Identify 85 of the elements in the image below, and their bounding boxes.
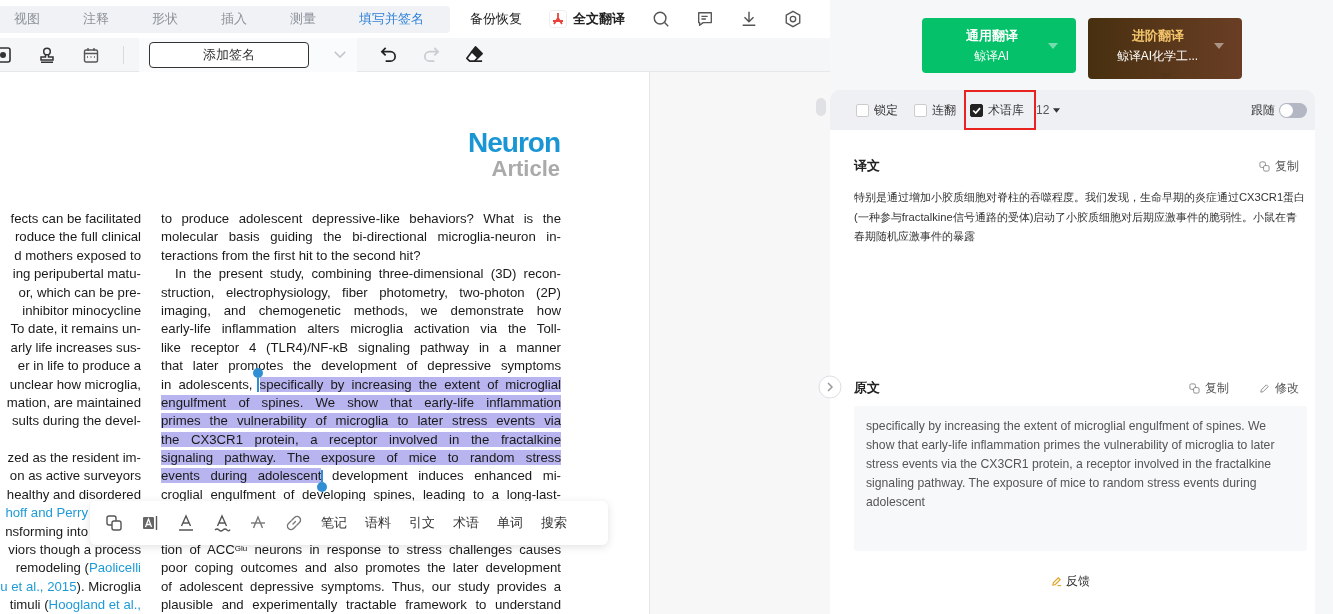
text-line: nsforming into [4, 522, 88, 541]
action-link[interactable]: 修改 [1259, 379, 1299, 397]
action-link[interactable]: 复制 [1259, 157, 1299, 175]
section-title: 原文 [854, 379, 880, 397]
text-line: in adolescents, specifically by increasing the extent of microglial [161, 375, 561, 394]
text-line: healthy and disordered [5, 485, 141, 504]
checkbox[interactable]: 锁定 [854, 90, 900, 130]
text-line: sults during the devel- [10, 412, 141, 431]
follow-label: 跟随 [1251, 101, 1275, 119]
popup-action[interactable]: 单词 [497, 514, 523, 532]
text-line: roduce the full clinical [13, 228, 141, 247]
stamp-icon[interactable] [39, 46, 55, 63]
caret-icon [1213, 42, 1224, 49]
text-line: zed as the resident im- [6, 449, 141, 468]
pencil-icon [1259, 382, 1270, 394]
text-line: or, which can be pre- [17, 283, 141, 302]
link-icon[interactable] [285, 514, 303, 532]
text-line: events during adolescent development induces enhanced mi- [161, 467, 561, 486]
journal-title: Neuron [468, 128, 560, 157]
checkbox[interactable]: 连翻 [912, 90, 958, 130]
text-line: to produce adolescent depressive-like behaviors? What is the [161, 210, 561, 228]
checkbox[interactable]: 术语库 [964, 90, 1036, 130]
popup-action[interactable]: 引文 [409, 514, 435, 532]
pencil-icon [1051, 576, 1062, 587]
text-line: tion of ACC$^{Glu}$ neurons in response to stress challenges causes [161, 541, 561, 560]
popup-action[interactable]: 搜索 [541, 514, 567, 532]
text-line: mation, are maintained [5, 393, 141, 412]
eraser-icon[interactable] [465, 45, 484, 64]
calendar-icon[interactable] [83, 46, 99, 63]
download-icon[interactable] [740, 10, 758, 28]
record-icon[interactable] [0, 46, 11, 63]
text-line: In the present study, combining three-dimensional (3D) recon- [174, 265, 561, 284]
text-line: er in life to produce a [16, 357, 141, 376]
text-line: early-life inflammation alters microglia activation via the Toll- [161, 320, 561, 339]
text-line: inhibitor minocycline [21, 301, 141, 320]
text-line: that later promotes the development of depressive symptoms [161, 357, 561, 376]
text-line: of adolescent depressive symptoms. Thus, our study provides a [161, 577, 561, 596]
popup-action[interactable]: 笔记 [321, 514, 347, 532]
caret-icon [1047, 42, 1058, 49]
feedback-link[interactable]: 反馈 [1051, 573, 1090, 590]
text-line: plausible and experimentally tractable framework to understand [161, 596, 561, 614]
translate-button[interactable]: 全文翻译 [549, 10, 625, 28]
caret-icon [1053, 107, 1061, 113]
text-line: u et al., 2015). Microglia [0, 577, 141, 596]
text-line: fects can be facilitated [9, 210, 141, 228]
backup-button[interactable]: 备份恢复 [470, 10, 522, 28]
text-line: poor coping outcomes and also promotes the later development [161, 559, 561, 578]
text-line: timuli (Hoogland et al., [8, 596, 141, 614]
pdf-icon [549, 10, 567, 28]
underline-icon[interactable] [177, 514, 195, 532]
text-line: molecular basis guiding the bi-directional microglia-neuron in- [161, 228, 561, 247]
text-line: teractions from the first hit to the second hit? [161, 246, 422, 265]
copy-icon [1259, 160, 1270, 172]
signature-button[interactable]: 添加签名 [149, 41, 309, 68]
text-box-icon[interactable] [141, 514, 159, 532]
font-size-dropdown[interactable]: 12 [1036, 103, 1061, 117]
text-line: d mothers exposed to [13, 246, 141, 265]
text-line: To date, it remains un- [9, 320, 141, 339]
popup-action[interactable]: 语料 [365, 514, 391, 532]
copy-icon[interactable] [105, 514, 123, 532]
undo-icon[interactable] [379, 45, 398, 64]
text-line: viors though a process [7, 541, 141, 560]
follow-toggle[interactable] [1279, 102, 1307, 118]
text-line: ing peripubertal matu- [11, 265, 141, 284]
search-icon[interactable] [652, 10, 670, 28]
text-line: croglial engulfment of developing spines, leading to a long-last- [161, 485, 561, 504]
action-link[interactable]: 复制 [1189, 379, 1229, 397]
wavy-underline-icon[interactable] [213, 514, 231, 532]
text-line: arly life increases sus- [9, 338, 141, 357]
source-text: specifically by increasing the extent of microglial engulfment of spines. We show that early-life inflammation primes the vulnerability of microglia to later stress events via the CX3CR1 protein, a receptor involved in the fractalkine signaling pathway. The exposure of mice to random stress events during adolescent [866, 418, 1276, 511]
menu-tab[interactable]: 填写并签名 [337, 5, 445, 33]
text-line: unclear how microglia, [8, 375, 141, 394]
engine-button[interactable]: 进阶翻译 鲸译AI化学工... [1087, 18, 1242, 79]
text-line: on as active surveyors [8, 467, 141, 486]
copy-icon [1189, 382, 1200, 394]
text-line: like receptor 4 (TLR4)/NF-κB signaling pathway in a manner [161, 338, 561, 357]
text-line: remodeling (Paolicelli [14, 559, 141, 578]
settings-icon[interactable] [784, 10, 802, 28]
comment-icon[interactable] [696, 10, 714, 28]
popup-action[interactable]: 术语 [453, 514, 479, 532]
article-label: Article [491, 157, 560, 181]
text-line: struction, electrophysiology, fiber photometry, two-photon (2P) [161, 283, 561, 302]
text-line: imaging, and chemogenetic methods, we demonstrate how [161, 301, 561, 320]
section-title: 译文 [854, 157, 880, 175]
translation-text: 特别是通过增加小胶质细胞对脊柱的吞噬程度。我们发现，生命早期的炎症通过CX3CR1蛋白(一种参与fractalkine信号通路的受体)启动了小胶质细胞对后期应激事件的脆弱性。小鼠在青春期随机应激事件的暴露 [854, 190, 1307, 244]
